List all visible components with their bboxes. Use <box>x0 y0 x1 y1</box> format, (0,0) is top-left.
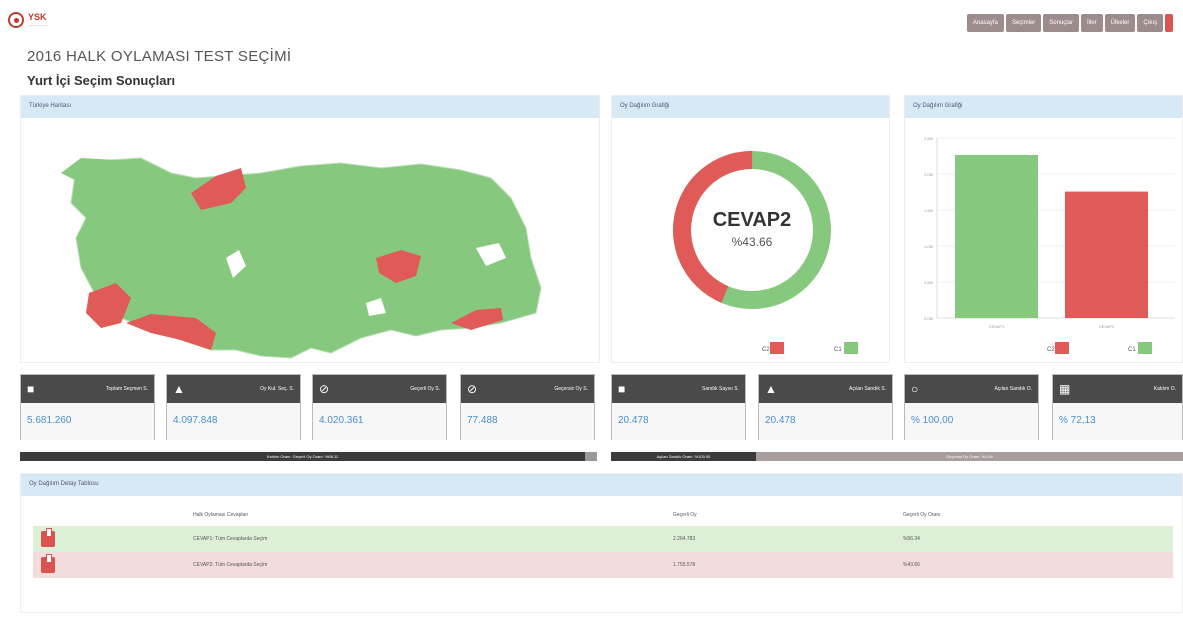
table-header-ratio: Geçerli Oy Oranı <box>903 512 941 518</box>
logo[interactable]: YSK ————— <box>8 12 48 28</box>
nav-item-1[interactable]: Seçimler <box>1005 14 1042 32</box>
stat-value: % 100,00 <box>905 403 1038 440</box>
nav-item-0[interactable]: Anasayfa <box>966 14 1004 32</box>
stat-value: 20.478 <box>612 403 745 440</box>
ballot-box-icon <box>41 528 55 547</box>
stat-value: 4.097.848 <box>167 403 300 440</box>
donut-panel: Oy Dağılım Grafiği CEVAP2 %43.66 C2 C1 <box>611 95 890 363</box>
table-cell-ratio: %56.34 <box>903 526 1173 552</box>
bar-y-tick-label: 2.5M <box>924 136 933 141</box>
users-icon: ■ <box>27 382 35 396</box>
table-header-icon <box>33 504 193 526</box>
page-title: 2016 HALK OYLAMASI TEST SEÇİMİ <box>27 48 292 65</box>
table-cell-votes: 2.264.783 <box>673 526 903 552</box>
top-nav: Anasayfa Seçimler Sonuçlar İller Ülkeler… <box>966 14 1173 32</box>
table-row[interactable]: CEVAP1: Tüm Cevaplarda Seçim 2.264.783 %… <box>33 526 1173 552</box>
table-cell-ratio: %43.66 <box>903 552 1173 578</box>
detail-table-panel: Oy Dağılım Detay Tablosu Halk Oylaması C… <box>20 473 1183 613</box>
bar-chart[interactable]: C1 C2 0.0M 0.5M 1.0M 1.5M 2.0M 2.5M CEVAP1 CEVA… <box>905 118 1182 362</box>
unlock-icon: ▲ <box>765 382 777 396</box>
bar-panel-title: Oy Dağılım Grafiği <box>905 96 1182 118</box>
table-panel-title: Oy Dağılım Detay Tablosu <box>21 474 1182 496</box>
logout-button[interactable] <box>1165 14 1173 32</box>
stat-participation: ▦ Katılım O. % 72,13 <box>1052 374 1183 440</box>
strip-left-end <box>585 452 597 461</box>
logo-icon <box>8 12 24 28</box>
top-bar: YSK ————— Anasayfa Seçimler Sonuçlar İll… <box>0 0 1183 40</box>
stat-label: Açılan Sandık O. <box>994 386 1032 392</box>
bar-legend-swatch-red <box>1055 342 1069 354</box>
stat-label: Geçersiz Oy S. <box>554 386 588 392</box>
donut-legend-label-0: C2 <box>762 347 770 353</box>
stat-value: 77.488 <box>461 403 594 440</box>
donut-legend-swatch-green <box>844 342 858 354</box>
bar-y-tick-label: 0.5M <box>924 280 933 285</box>
turkey-map[interactable] <box>21 118 599 362</box>
stat-total-voters: ■ Toplam Seçmen S. 5.681.260 <box>20 374 155 440</box>
stat-value: 20.478 <box>759 403 892 440</box>
stat-label: Katılım O. <box>1153 386 1176 392</box>
nav-item-2[interactable]: Sonuçlar <box>1043 14 1079 32</box>
stat-label: Geçerli Oy S. <box>410 386 440 392</box>
bar-legend-label-0: C2 <box>1047 347 1055 353</box>
stat-opened-boxes: ▲ Açılan Sandık S. 20.478 <box>758 374 893 440</box>
detail-table: Halk Oylaması Cevapları Geçerli Oy Geçer… <box>33 504 1173 578</box>
bar-cevap1 <box>955 154 1038 318</box>
stat-label: Oy Kul. Seç. S. <box>260 386 294 392</box>
nav-item-4[interactable]: Ülkeler <box>1104 14 1136 32</box>
bar-cevap2 <box>1065 191 1148 318</box>
bar-y-tick-label: 2.0M <box>924 172 933 177</box>
user-icon: ▲ <box>173 382 185 396</box>
bar-legend-label-1: C1 <box>1128 347 1136 353</box>
bar-x-tick-label: CEVAP2 <box>1099 324 1115 329</box>
nav-item-5[interactable]: Çıkış <box>1137 14 1163 32</box>
chart-icon: ▦ <box>1059 382 1071 396</box>
table-row[interactable]: CEVAP2: Tüm Cevaplarda Seçim 1.755.578 %… <box>33 552 1173 578</box>
table-header-answer: Halk Oylaması Cevapları <box>193 512 249 518</box>
bar-panel: Oy Dağılım Grafiği C1 C2 0.0M 0.5M 1.0M 1.5… <box>904 95 1183 363</box>
logo-text: YSK <box>28 12 47 22</box>
stat-invalid-votes: ⊘ Geçersiz Oy S. 77.488 <box>460 374 595 440</box>
check-circle-icon: ⊘ <box>319 382 330 396</box>
stat-voted: ▲ Oy Kul. Seç. S. 4.097.848 <box>166 374 301 440</box>
thumbs-up-icon: ○ <box>911 382 919 396</box>
stat-value: 4.020.361 <box>313 403 446 440</box>
ballot-box-icon <box>41 554 55 573</box>
box-icon: ■ <box>618 382 626 396</box>
table-cell-votes: 1.755.578 <box>673 552 903 578</box>
bar-legend-swatch-green <box>1138 342 1152 354</box>
donut-center-value: %43.66 <box>732 235 773 249</box>
table-cell-answer: CEVAP1: Tüm Cevaplarda Seçim <box>193 526 673 552</box>
strip-right: Geçersiz Oy Oranı: %1.89 <box>756 452 1183 461</box>
strip-left: Katılım Oranı: Geçerli Oy Oranı: %98.11 <box>20 452 585 461</box>
donut-chart[interactable]: CEVAP2 %43.66 C2 C1 <box>612 118 889 362</box>
bar-y-tick-label: 1.0M <box>924 244 933 249</box>
map-panel: Türkiye Haritası <box>20 95 600 363</box>
page-subtitle: Yurt İçi Seçim Sonuçları <box>27 73 176 88</box>
stat-value: % 72,13 <box>1053 403 1182 440</box>
table-cell-answer: CEVAP2: Tüm Cevaplarda Seçim <box>193 552 673 578</box>
bar-y-tick-label: 0.0M <box>924 316 933 321</box>
strip-mid: Açılan Sandık Oranı: %100.00 <box>611 452 756 461</box>
stat-label: Sandık Sayısı S. <box>702 386 739 392</box>
logo-subtext: ————— <box>28 22 48 27</box>
stat-valid-votes: ⊘ Geçerli Oy S. 4.020.361 <box>312 374 447 440</box>
map-panel-title: Türkiye Haritası <box>21 96 599 118</box>
stat-label: Açılan Sandık S. <box>849 386 886 392</box>
donut-legend-swatch-red <box>770 342 784 354</box>
stat-label: Toplam Seçmen S. <box>106 386 148 392</box>
stat-ballot-boxes: ■ Sandık Sayısı S. 20.478 <box>611 374 746 440</box>
stat-value: 5.681.260 <box>21 403 154 440</box>
table-header-row: Halk Oylaması Cevapları Geçerli Oy Geçer… <box>33 504 1173 526</box>
donut-center-label: CEVAP2 <box>713 209 792 231</box>
donut-legend-label-1: C1 <box>834 347 842 353</box>
ban-icon: ⊘ <box>467 382 478 396</box>
bar-y-tick-label: 1.5M <box>924 208 933 213</box>
donut-panel-title: Oy Dağılım Grafiği <box>612 96 889 118</box>
bar-x-tick-label: CEVAP1 <box>989 324 1005 329</box>
nav-item-3[interactable]: İller <box>1080 14 1103 32</box>
stat-opened-ratio: ○ Açılan Sandık O. % 100,00 <box>904 374 1039 440</box>
table-header-votes: Geçerli Oy <box>673 512 697 518</box>
